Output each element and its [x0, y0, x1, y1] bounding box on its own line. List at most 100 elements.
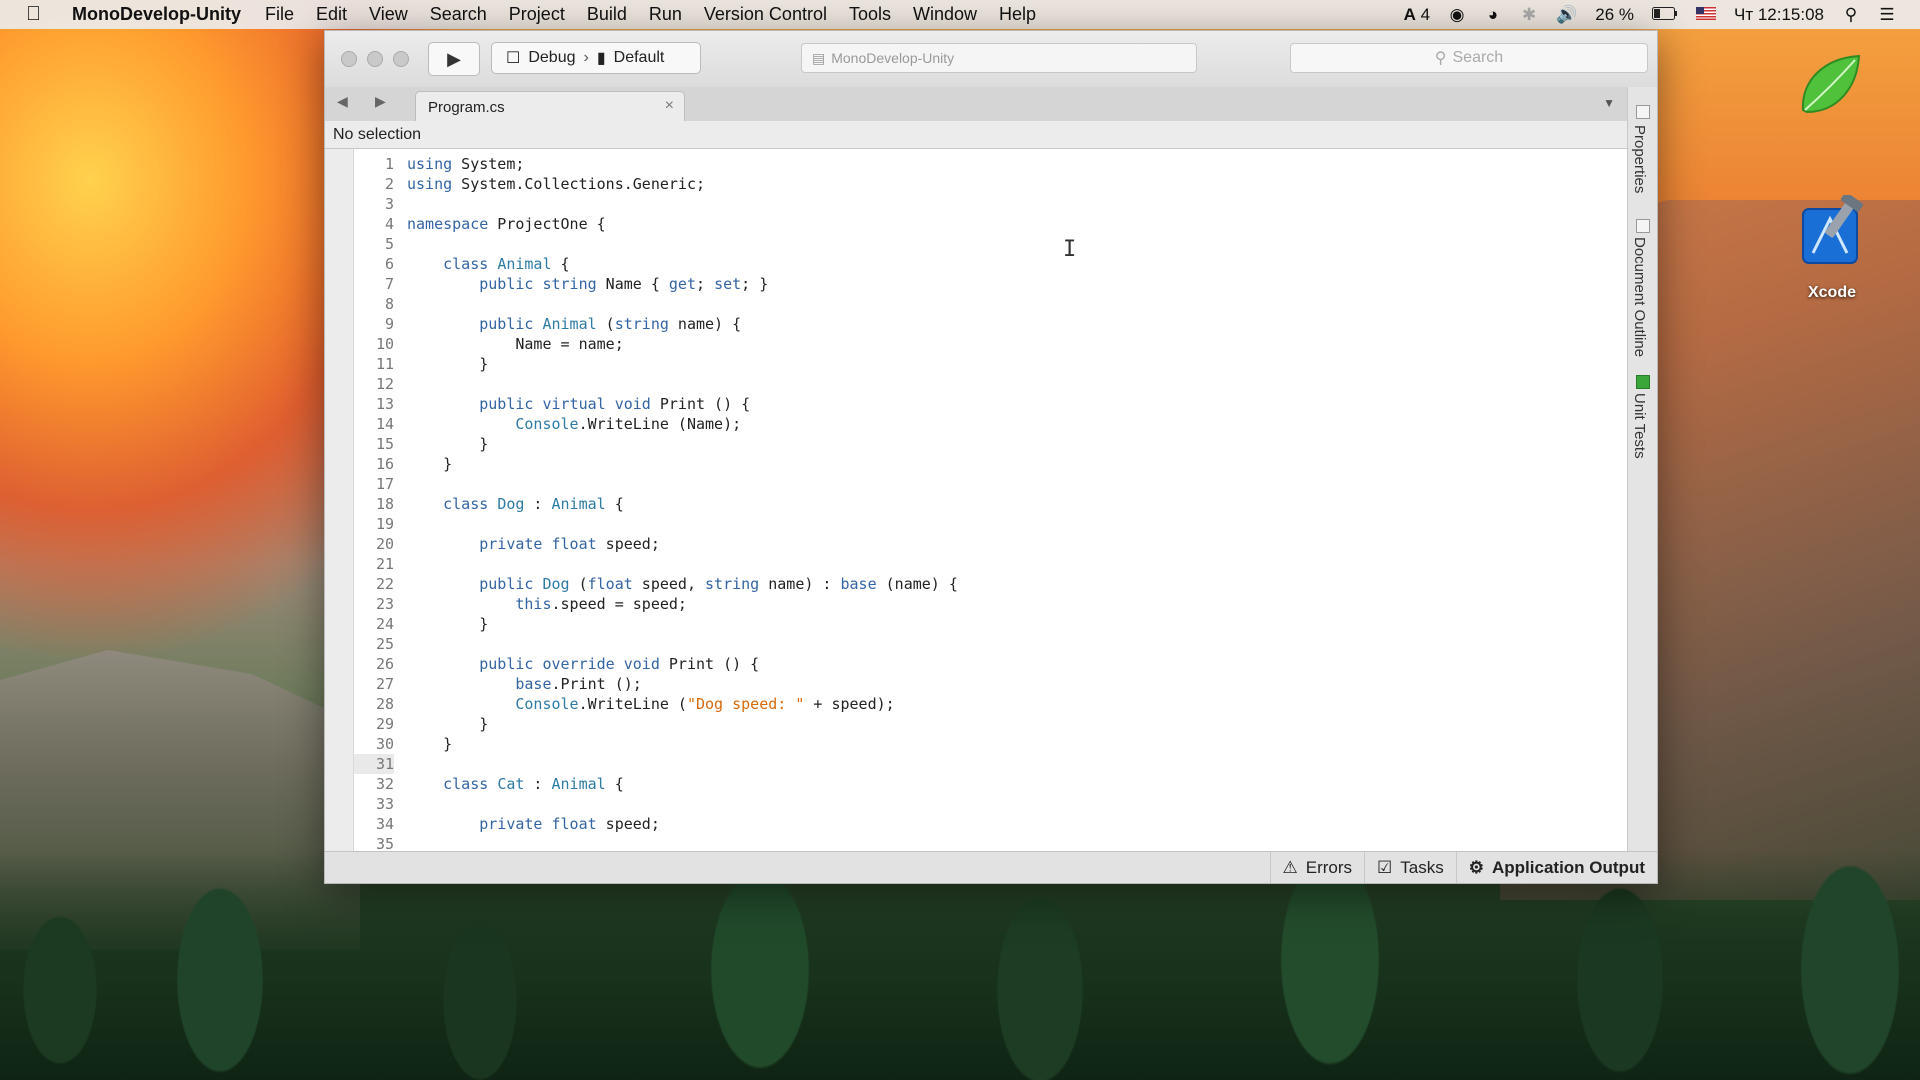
code-line[interactable] — [407, 474, 1627, 494]
volume-icon[interactable]: 🔊 — [1556, 5, 1577, 25]
code-line[interactable] — [407, 294, 1627, 314]
line-number[interactable]: 20 — [354, 534, 394, 554]
line-number[interactable]: 26 — [354, 654, 394, 674]
code-line[interactable]: } — [407, 434, 1627, 454]
tab-program-cs[interactable]: Program.cs × — [415, 91, 685, 122]
code-line[interactable]: Name = name; — [407, 334, 1627, 354]
nav-forward-icon[interactable]: ▶ — [375, 93, 386, 110]
code-line[interactable]: } — [407, 454, 1627, 474]
code-line[interactable]: this.speed = speed; — [407, 594, 1627, 614]
menu-app-name[interactable]: MonoDevelop-Unity — [72, 4, 241, 25]
menu-edit[interactable]: Edit — [316, 4, 347, 25]
line-number[interactable]: 17 — [354, 474, 394, 494]
xcode-app-icon[interactable] — [1795, 192, 1871, 271]
code-line[interactable]: public Animal (string name) { — [407, 314, 1627, 334]
code-line[interactable]: } — [407, 734, 1627, 754]
code-line[interactable]: class Cat : Animal { — [407, 774, 1627, 794]
code-line[interactable] — [407, 794, 1627, 814]
code-line[interactable]: Console.WriteLine (Name); — [407, 414, 1627, 434]
apple-icon[interactable]:  — [26, 3, 48, 26]
line-number[interactable]: 25 — [354, 634, 394, 654]
line-number[interactable]: 31 — [354, 754, 394, 774]
menu-view[interactable]: View — [369, 4, 408, 25]
code-line[interactable]: Console.WriteLine ("Dog speed: " + speed… — [407, 694, 1627, 714]
line-number[interactable]: 16 — [354, 454, 394, 474]
code-line[interactable]: } — [407, 354, 1627, 374]
nav-back-icon[interactable]: ◀ — [337, 93, 348, 110]
path-bar[interactable]: No selection — [325, 121, 1627, 149]
line-number[interactable]: 19 — [354, 514, 394, 534]
tasks-pad-button[interactable]: ☑ Tasks — [1364, 852, 1456, 883]
line-number[interactable]: 34 — [354, 814, 394, 834]
code-line[interactable] — [407, 374, 1627, 394]
code-line[interactable] — [407, 754, 1627, 774]
code-line[interactable] — [407, 834, 1627, 851]
code-line[interactable]: base.Print (); — [407, 674, 1627, 694]
line-number[interactable]: 7 — [354, 274, 394, 294]
code-line[interactable]: using System; — [407, 154, 1627, 174]
code-line[interactable]: public string Name { get; set; } — [407, 274, 1627, 294]
flag-us-icon[interactable] — [1695, 5, 1716, 25]
line-number[interactable]: 28 — [354, 694, 394, 714]
code-line[interactable] — [407, 194, 1627, 214]
notification-center-icon[interactable]: ☰ — [1878, 5, 1896, 25]
tab-dropdown-icon[interactable]: ▼ — [1603, 96, 1615, 110]
menu-run[interactable]: Run — [649, 4, 682, 25]
menu-window[interactable]: Window — [913, 4, 977, 25]
code-line[interactable] — [407, 554, 1627, 574]
line-number[interactable]: 15 — [354, 434, 394, 454]
code-line[interactable] — [407, 514, 1627, 534]
line-number[interactable]: 12 — [354, 374, 394, 394]
code-line[interactable]: private float speed; — [407, 534, 1627, 554]
line-number[interactable]: 1 — [354, 154, 394, 174]
code-line[interactable]: public virtual void Print () { — [407, 394, 1627, 414]
window-zoom-button[interactable] — [393, 51, 409, 67]
line-number[interactable]: 9 — [354, 314, 394, 334]
menu-help[interactable]: Help — [999, 4, 1036, 25]
menu-version-control[interactable]: Version Control — [704, 4, 827, 25]
window-close-button[interactable] — [341, 51, 357, 67]
line-number[interactable]: 2 — [354, 174, 394, 194]
battery-percent[interactable]: 26 % — [1595, 5, 1634, 25]
line-number[interactable]: 11 — [354, 354, 394, 374]
line-number[interactable]: 30 — [354, 734, 394, 754]
adobe-icon[interactable]: A 4 — [1404, 5, 1430, 25]
line-number[interactable]: 27 — [354, 674, 394, 694]
code-area[interactable]: using System; using System.Collections.Ge… — [407, 154, 1627, 851]
configuration-selector[interactable]: ☐ Debug › ▮ Default — [491, 42, 701, 74]
line-number[interactable]: 32 — [354, 774, 394, 794]
code-line[interactable]: class Animal { — [407, 254, 1627, 274]
properties-icon[interactable] — [1636, 105, 1650, 119]
battery-icon[interactable] — [1651, 5, 1678, 25]
line-number[interactable]: 4 — [354, 214, 394, 234]
spotlight-icon[interactable]: ⚲ — [1842, 5, 1860, 25]
document-outline-icon[interactable] — [1636, 219, 1650, 233]
menu-file[interactable]: File — [265, 4, 294, 25]
tab-document-outline[interactable]: Document Outline — [1631, 237, 1648, 357]
line-number[interactable]: 6 — [354, 254, 394, 274]
line-number[interactable]: 33 — [354, 794, 394, 814]
record-icon[interactable]: ◉ — [1448, 5, 1466, 25]
line-number[interactable]: 13 — [354, 394, 394, 414]
tab-close-icon[interactable]: × — [665, 97, 674, 115]
menu-tools[interactable]: Tools — [849, 4, 891, 25]
line-number[interactable]: 5 — [354, 234, 394, 254]
line-number[interactable]: 23 — [354, 594, 394, 614]
run-button[interactable]: ▶ — [428, 42, 480, 76]
line-number[interactable]: 22 — [354, 574, 394, 594]
window-minimize-button[interactable] — [367, 51, 383, 67]
line-number[interactable]: 18 — [354, 494, 394, 514]
line-number[interactable]: 29 — [354, 714, 394, 734]
errors-pad-button[interactable]: ⚠ Errors — [1269, 852, 1365, 883]
editor-gutter[interactable] — [325, 149, 354, 851]
line-number[interactable]: 14 — [354, 414, 394, 434]
menu-build[interactable]: Build — [587, 4, 627, 25]
menu-search[interactable]: Search — [430, 4, 487, 25]
code-line[interactable] — [407, 234, 1627, 254]
code-line[interactable]: using System.Collections.Generic; — [407, 174, 1627, 194]
code-line[interactable]: } — [407, 614, 1627, 634]
code-line[interactable]: namespace ProjectOne { — [407, 214, 1627, 234]
bluetooth-icon[interactable]: ✱ — [1520, 5, 1538, 25]
code-line[interactable]: } — [407, 714, 1627, 734]
line-number[interactable]: 21 — [354, 554, 394, 574]
